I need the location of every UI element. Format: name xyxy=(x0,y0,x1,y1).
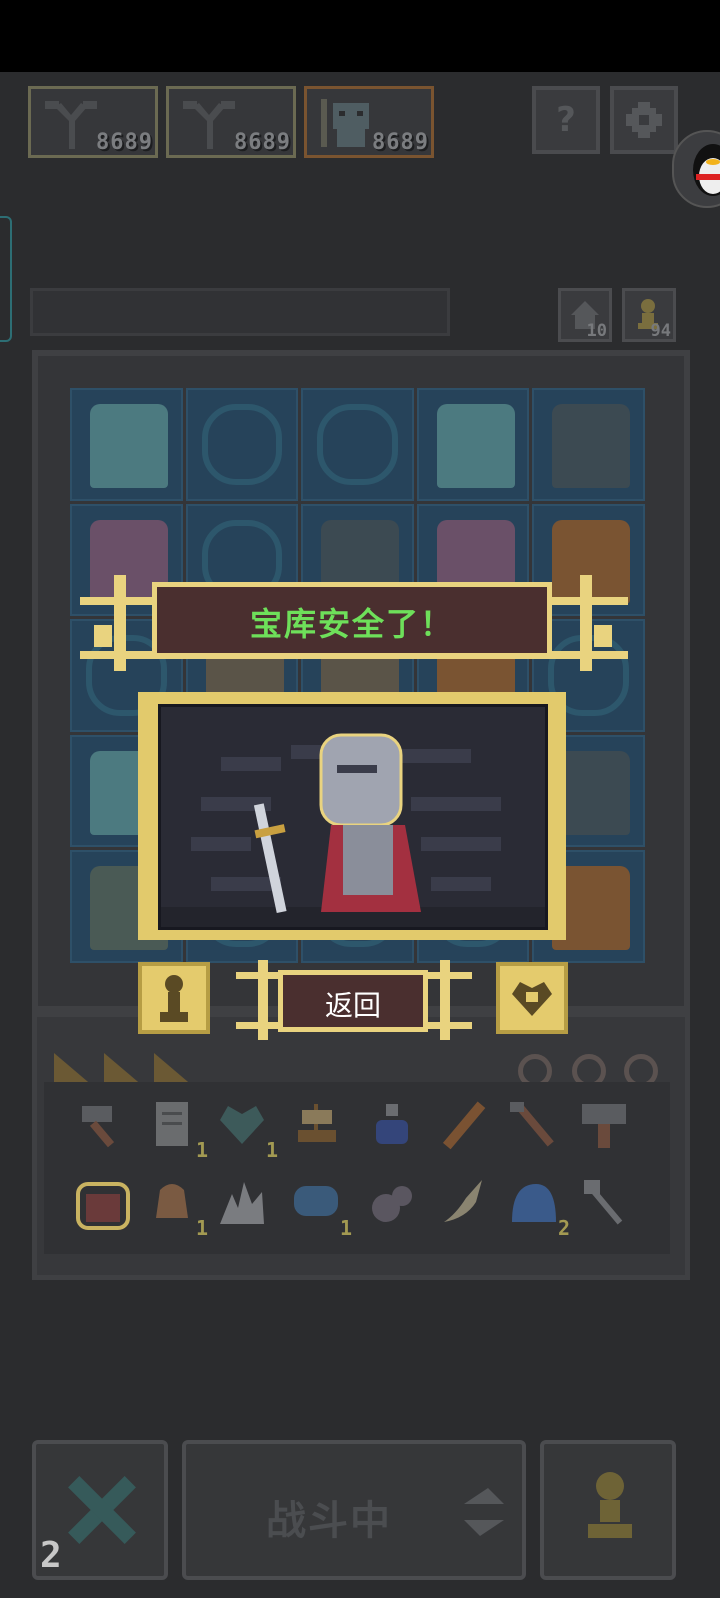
battle-button[interactable]: 战斗中 xyxy=(182,1440,526,1580)
name-bar xyxy=(30,288,450,336)
item-slot[interactable] xyxy=(436,1096,498,1158)
slime-icon xyxy=(512,1184,556,1222)
item-slot[interactable]: 1 xyxy=(144,1096,208,1162)
grid-cell[interactable] xyxy=(185,388,299,501)
item-count: 1 xyxy=(195,1216,208,1240)
heart-icon xyxy=(512,982,552,1016)
squirrel-icon xyxy=(372,1186,412,1222)
result-banner: 宝库安全了！ xyxy=(152,582,552,658)
ship-icon xyxy=(298,1104,336,1142)
hero-count: 8689 xyxy=(372,130,429,155)
orc-unit xyxy=(90,404,168,488)
empty-slot-icon xyxy=(317,404,398,485)
side-drawer-tab[interactable] xyxy=(0,216,12,342)
item-slot[interactable] xyxy=(214,1174,276,1236)
item-slot[interactable] xyxy=(364,1174,426,1236)
item-slot[interactable] xyxy=(576,1174,638,1236)
inventory-grid: 1 1 1 1 2 xyxy=(44,1082,670,1254)
back-button[interactable]: 返回 xyxy=(278,970,428,1032)
resource-value: 10 xyxy=(586,321,607,341)
help-button[interactable]: ? xyxy=(532,86,600,154)
hammer-icon xyxy=(82,1106,115,1148)
item-slot[interactable]: 1 xyxy=(144,1174,208,1240)
fish-icon xyxy=(294,1186,338,1216)
penguin-icon xyxy=(693,144,720,196)
warhammer-icon xyxy=(582,1104,626,1148)
pawn-button[interactable] xyxy=(540,1440,676,1580)
axe-icon xyxy=(584,1180,623,1225)
item-count: 2 xyxy=(557,1216,570,1240)
pawn-icon xyxy=(588,1472,632,1538)
grid-cell[interactable] xyxy=(532,388,645,501)
orc-icon xyxy=(321,99,369,147)
item-slot[interactable]: 1 xyxy=(214,1096,278,1162)
hero-slot-3[interactable]: 8689 xyxy=(304,86,434,158)
pawn-icon xyxy=(160,975,188,1022)
item-slot[interactable] xyxy=(436,1174,498,1236)
settings-button[interactable] xyxy=(610,86,678,154)
knight-illustration xyxy=(161,733,545,927)
crystal-icon xyxy=(220,1182,264,1224)
empty-slot-icon xyxy=(201,404,283,485)
item-slot[interactable]: 1 xyxy=(288,1174,352,1240)
resource-value: 94 xyxy=(650,321,671,341)
cancel-button[interactable]: 2 xyxy=(32,1440,168,1580)
item-slot[interactable] xyxy=(74,1174,136,1236)
gear-icon xyxy=(626,102,662,138)
swap-icon xyxy=(464,1488,504,1536)
item-count: 1 xyxy=(195,1138,208,1162)
hero-count: 8689 xyxy=(234,130,291,155)
feather-icon xyxy=(444,1180,482,1222)
back-label: 返回 xyxy=(324,989,381,1022)
item-slot[interactable] xyxy=(364,1096,426,1158)
battle-label: 战斗中 xyxy=(266,1498,392,1544)
tree-icon xyxy=(183,101,235,149)
item-slot[interactable]: 2 xyxy=(506,1174,570,1240)
potion-icon xyxy=(376,1104,408,1144)
resource-pawn: 94 xyxy=(622,288,676,342)
item-slot[interactable] xyxy=(74,1096,136,1158)
item-slot[interactable] xyxy=(576,1096,638,1158)
grid-cell[interactable] xyxy=(301,388,414,501)
orc-unit xyxy=(436,404,515,488)
heart-icon xyxy=(220,1106,264,1144)
knight-picture xyxy=(158,704,548,930)
tree-icon xyxy=(45,101,97,149)
item-slot[interactable] xyxy=(288,1096,350,1158)
hero-count: 8689 xyxy=(96,130,153,155)
result-title: 宝库安全了！ xyxy=(249,605,454,643)
close-icon xyxy=(68,1476,136,1544)
qq-floating-button[interactable] xyxy=(672,130,720,208)
resource-house: 10 xyxy=(558,288,612,342)
scroll-icon xyxy=(156,1102,188,1146)
grid-cell[interactable] xyxy=(70,388,183,501)
status-bar xyxy=(0,0,720,72)
hero-slot-1[interactable]: 8689 xyxy=(28,86,158,158)
plank-icon xyxy=(442,1101,486,1150)
bell-icon xyxy=(156,1184,188,1218)
counter: 2 xyxy=(40,1535,62,1576)
help-icon: ? xyxy=(556,100,576,140)
bag-icon xyxy=(76,1182,130,1230)
item-count: 1 xyxy=(339,1216,352,1240)
statue-unit xyxy=(552,404,631,488)
hero-slot-2[interactable]: 8689 xyxy=(166,86,296,158)
item-slot[interactable] xyxy=(506,1096,568,1158)
item-count: 1 xyxy=(265,1138,278,1162)
heart-side-button[interactable] xyxy=(496,962,568,1034)
pickaxe-icon xyxy=(510,1102,554,1147)
pawn-side-button[interactable] xyxy=(138,962,210,1034)
grid-cell[interactable] xyxy=(416,388,530,501)
